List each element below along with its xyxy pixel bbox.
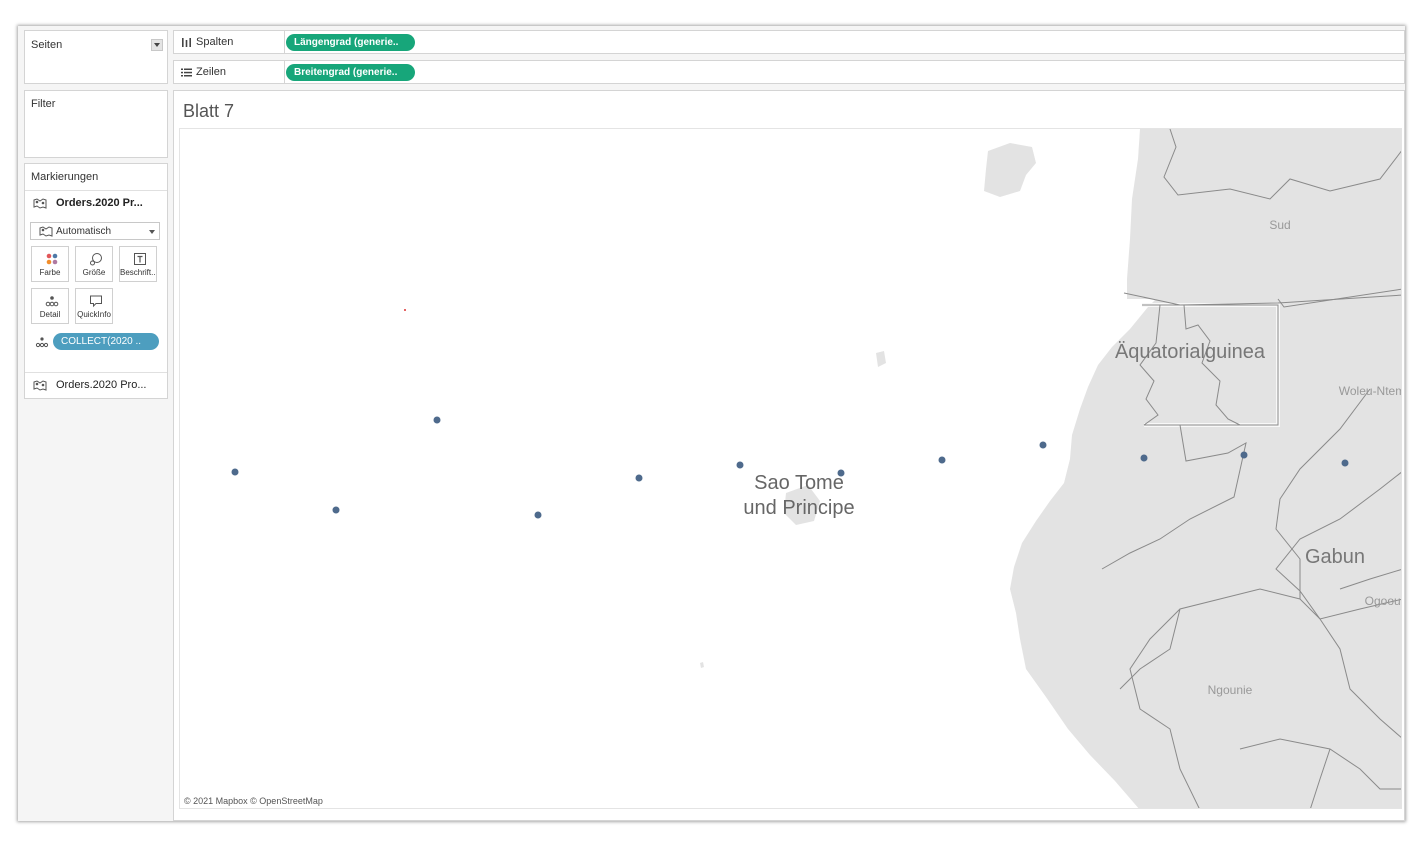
- map-point[interactable]: [534, 511, 542, 519]
- secondary-datasource-label: Orders.2020 Pro...: [56, 379, 147, 391]
- selection-marker: [404, 309, 406, 311]
- map-view[interactable]: Sao Tome und Principe Äquatorialguinea G…: [179, 128, 1402, 809]
- map-point[interactable]: [1140, 454, 1148, 462]
- pages-card: Seiten: [24, 30, 168, 84]
- map-point[interactable]: [231, 468, 239, 476]
- map-canvas[interactable]: Sao Tome und Principe Äquatorialguinea G…: [180, 129, 1402, 809]
- color-button-label: Farbe: [39, 268, 61, 277]
- detail-button[interactable]: Detail: [31, 288, 69, 324]
- label-button[interactable]: Beschrift...: [119, 246, 157, 282]
- map-point[interactable]: [1039, 441, 1047, 449]
- gabon-label: Gabun: [1305, 546, 1365, 568]
- land-masses: [700, 129, 1401, 808]
- columns-shelf[interactable]: Spalten Längengrad (generie..: [173, 30, 1405, 54]
- columns-icon: [182, 38, 191, 47]
- sheet-title[interactable]: Blatt 7: [183, 101, 234, 122]
- tooltip-button-label: QuickInfo: [77, 310, 111, 319]
- rows-shelf[interactable]: Zeilen Breitengrad (generie..: [173, 60, 1405, 84]
- detail-icon: [45, 296, 59, 307]
- sud-label: Sud: [1269, 218, 1290, 232]
- map-point[interactable]: [938, 456, 946, 464]
- color-button[interactable]: Farbe: [31, 246, 69, 282]
- map-point[interactable]: [332, 506, 340, 514]
- woleu-ntem-label: Woleu-Ntem: [1339, 384, 1402, 398]
- marks-title: Markierungen: [31, 171, 99, 183]
- detail-button-label: Detail: [39, 310, 61, 319]
- worksheet: Blatt 7 Sao Tome und Principe Äquatorial…: [173, 90, 1405, 821]
- map-point[interactable]: [1341, 459, 1349, 467]
- longitude-pill[interactable]: Längengrad (generie..: [286, 34, 415, 51]
- detail-pill-icon: [35, 337, 49, 348]
- equatorial-guinea-label: Äquatorialguinea: [1115, 341, 1266, 363]
- tooltip-icon: [90, 295, 102, 308]
- map-datasource-icon: [33, 380, 47, 391]
- size-button[interactable]: Größe: [75, 246, 113, 282]
- label-icon: [134, 253, 146, 265]
- secondary-datasource-row[interactable]: Orders.2020 Pro...: [25, 372, 167, 400]
- ogooue-label: Ogooué: [1365, 594, 1402, 608]
- pages-title: Seiten: [31, 39, 63, 51]
- size-button-label: Größe: [82, 268, 106, 277]
- tooltip-button[interactable]: QuickInfo: [75, 288, 113, 324]
- mark-type-label: Automatisch: [56, 226, 112, 237]
- map-point[interactable]: [736, 461, 744, 469]
- columns-shelf-label: Spalten: [196, 36, 234, 48]
- tableau-window: Seiten Filter Markierungen Orders.2020 P…: [18, 26, 1405, 821]
- label-button-label: Beschrift...: [120, 268, 156, 277]
- rows-icon: [181, 68, 192, 77]
- rows-shelf-label: Zeilen: [196, 66, 226, 78]
- collect-detail-pill[interactable]: COLLECT(2020 ..: [53, 333, 159, 350]
- chevron-down-icon: [149, 230, 155, 234]
- color-icon: [46, 253, 58, 265]
- mark-type-dropdown[interactable]: Automatisch: [30, 222, 160, 240]
- sao-tome-label-line1: Sao Tome: [754, 472, 844, 494]
- filters-title: Filter: [31, 98, 56, 110]
- map-mark-icon: [39, 226, 53, 237]
- ngounie-label: Ngounie: [1208, 683, 1253, 697]
- marks-card: Markierungen Orders.2020 Pr... Automatis…: [24, 163, 168, 399]
- map-point[interactable]: [1240, 451, 1248, 459]
- map-datasource-icon: [33, 198, 47, 209]
- marks-datasource-row[interactable]: Orders.2020 Pr...: [25, 190, 167, 219]
- map-point[interactable]: [837, 469, 845, 477]
- sao-tome-label-line2: und Principe: [743, 497, 854, 519]
- size-icon: [90, 253, 102, 266]
- marks-datasource-label: Orders.2020 Pr...: [56, 197, 143, 209]
- pages-dropdown-button[interactable]: [151, 39, 163, 51]
- filters-card[interactable]: Filter: [24, 90, 168, 158]
- latitude-pill[interactable]: Breitengrad (generie..: [286, 64, 415, 81]
- map-point[interactable]: [433, 416, 441, 424]
- map-point[interactable]: [635, 474, 643, 482]
- shelf-divider: [284, 61, 285, 83]
- map-attribution[interactable]: © 2021 Mapbox © OpenStreetMap: [184, 796, 323, 806]
- shelf-divider: [284, 31, 285, 53]
